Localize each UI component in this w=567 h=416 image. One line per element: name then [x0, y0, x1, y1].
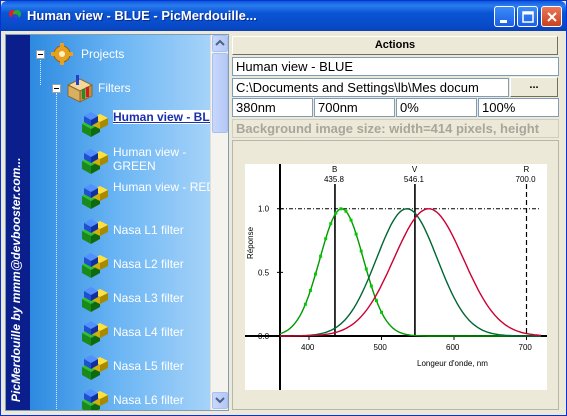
series-line [279, 208, 541, 337]
series-point [319, 254, 323, 258]
series-point [374, 299, 378, 303]
y-tick-label: 0.0 [258, 332, 270, 341]
tree-item-projects[interactable]: Projects [81, 47, 124, 61]
min-wavelength-field[interactable]: 380nm [232, 98, 313, 117]
response-chart-svg: 0.0 0.5 1.0 400 500 600 700 Réponse Longeur d'on… [245, 164, 547, 390]
filter-item[interactable]: Nasa L4 filter [80, 317, 228, 351]
x-tick-label: 600 [446, 343, 460, 352]
filter-cubes-icon [82, 149, 108, 174]
tree-scrollbar[interactable] [210, 35, 228, 410]
tree-item-filters[interactable]: Filters [98, 81, 131, 95]
peak-value: 546.1 [404, 175, 425, 184]
min-percent-field[interactable]: 0% [396, 98, 477, 117]
filters-box-icon [66, 75, 94, 103]
peak-value: 435.8 [324, 175, 345, 184]
peak-letter: B [332, 165, 337, 174]
filter-cubes-icon [82, 355, 108, 380]
x-tick-label: 400 [301, 343, 315, 352]
series-point [364, 267, 368, 271]
window-title: Human view - BLUE - PicMerdouille... [27, 8, 257, 23]
scroll-thumb[interactable] [212, 53, 228, 133]
app-window: Human view - BLUE - PicMerdouille... Pic… [0, 0, 567, 416]
project-tree[interactable]: Projects Filters Human view - BLUE Human… [30, 35, 228, 410]
filter-item[interactable]: Human view - BLUE [80, 108, 228, 142]
series-point [303, 302, 307, 306]
filter-cubes-icon [82, 112, 108, 137]
maximize-button[interactable] [517, 6, 538, 27]
series-point [380, 310, 383, 314]
image-path-field[interactable]: C:\Documents and Settings\lb\Mes docum [232, 78, 509, 97]
minimize-button[interactable] [494, 6, 515, 27]
tree-panel: PicMerdouille by mmm@devbooster.com... P… [5, 34, 229, 411]
banner-text: PicMerdouille by mmm@devbooster.com... [9, 157, 23, 402]
series-point [308, 288, 312, 292]
projects-expander[interactable] [36, 50, 45, 59]
series-point [324, 237, 328, 241]
filter-cubes-icon [82, 219, 108, 244]
filter-item[interactable]: Human view - RED [80, 180, 228, 214]
series-point [359, 249, 363, 253]
series-line [280, 208, 542, 337]
series-line [280, 208, 541, 337]
browse-button[interactable]: ... [510, 77, 558, 97]
vertical-banner: PicMerdouille by mmm@devbooster.com... [6, 35, 30, 410]
close-button[interactable] [541, 6, 562, 27]
filter-cubes-icon [82, 287, 108, 312]
series-point [329, 222, 333, 226]
filter-item[interactable]: Nasa L1 filter [80, 215, 228, 249]
peak-letter: R [524, 165, 530, 174]
max-wavelength-field[interactable]: 700nm [314, 98, 395, 117]
y-tick-label: 1.0 [258, 205, 270, 214]
scroll-down-arrow[interactable] [212, 392, 228, 409]
series-point [344, 209, 348, 213]
actions-button[interactable]: Actions [232, 36, 558, 55]
filter-cubes-icon [82, 389, 108, 410]
filter-item[interactable]: Nasa L5 filter [80, 351, 228, 385]
background-size-info: Background image size: width=414 pixels,… [232, 119, 559, 138]
series-point [369, 284, 373, 288]
series-point [314, 272, 318, 276]
series-point [354, 232, 358, 236]
filter-item[interactable]: Nasa L3 filter [80, 283, 228, 317]
response-chart-frame: 0.0 0.5 1.0 400 500 600 700 Réponse Longeur d'on… [232, 140, 559, 410]
series-point [339, 207, 343, 211]
series-point [349, 218, 353, 222]
filter-item[interactable]: Nasa L2 filter [80, 249, 228, 283]
filter-item[interactable]: Human view - GREEN [80, 145, 228, 179]
series-point [334, 211, 338, 215]
title-bar[interactable]: Human view - BLUE - PicMerdouille... [1, 1, 566, 31]
peak-value: 700.0 [516, 175, 537, 184]
filter-cubes-icon [82, 184, 108, 209]
filters-expander[interactable] [52, 84, 61, 93]
app-icon [9, 10, 21, 22]
y-axis-label: Réponse [246, 226, 255, 259]
max-percent-field[interactable]: 100% [478, 98, 559, 117]
filter-cubes-icon [82, 321, 108, 346]
filter-name-field[interactable]: Human view - BLUE [232, 57, 559, 76]
peak-letter: V [412, 165, 418, 174]
y-tick-label: 0.5 [258, 268, 270, 277]
filter-item[interactable]: Nasa L6 filter [80, 385, 228, 410]
x-tick-label: 500 [374, 343, 388, 352]
filter-properties-panel: Actions Human view - BLUE C:\Documents a… [232, 34, 560, 411]
response-chart: 0.0 0.5 1.0 400 500 600 700 Réponse Longeur d'on… [245, 164, 547, 390]
gears-icon [51, 43, 73, 65]
x-axis-label: Longeur d'onde, nm [417, 359, 488, 368]
x-tick-label: 700 [519, 343, 533, 352]
scroll-up-arrow[interactable] [212, 35, 228, 52]
filter-cubes-icon [82, 253, 108, 278]
